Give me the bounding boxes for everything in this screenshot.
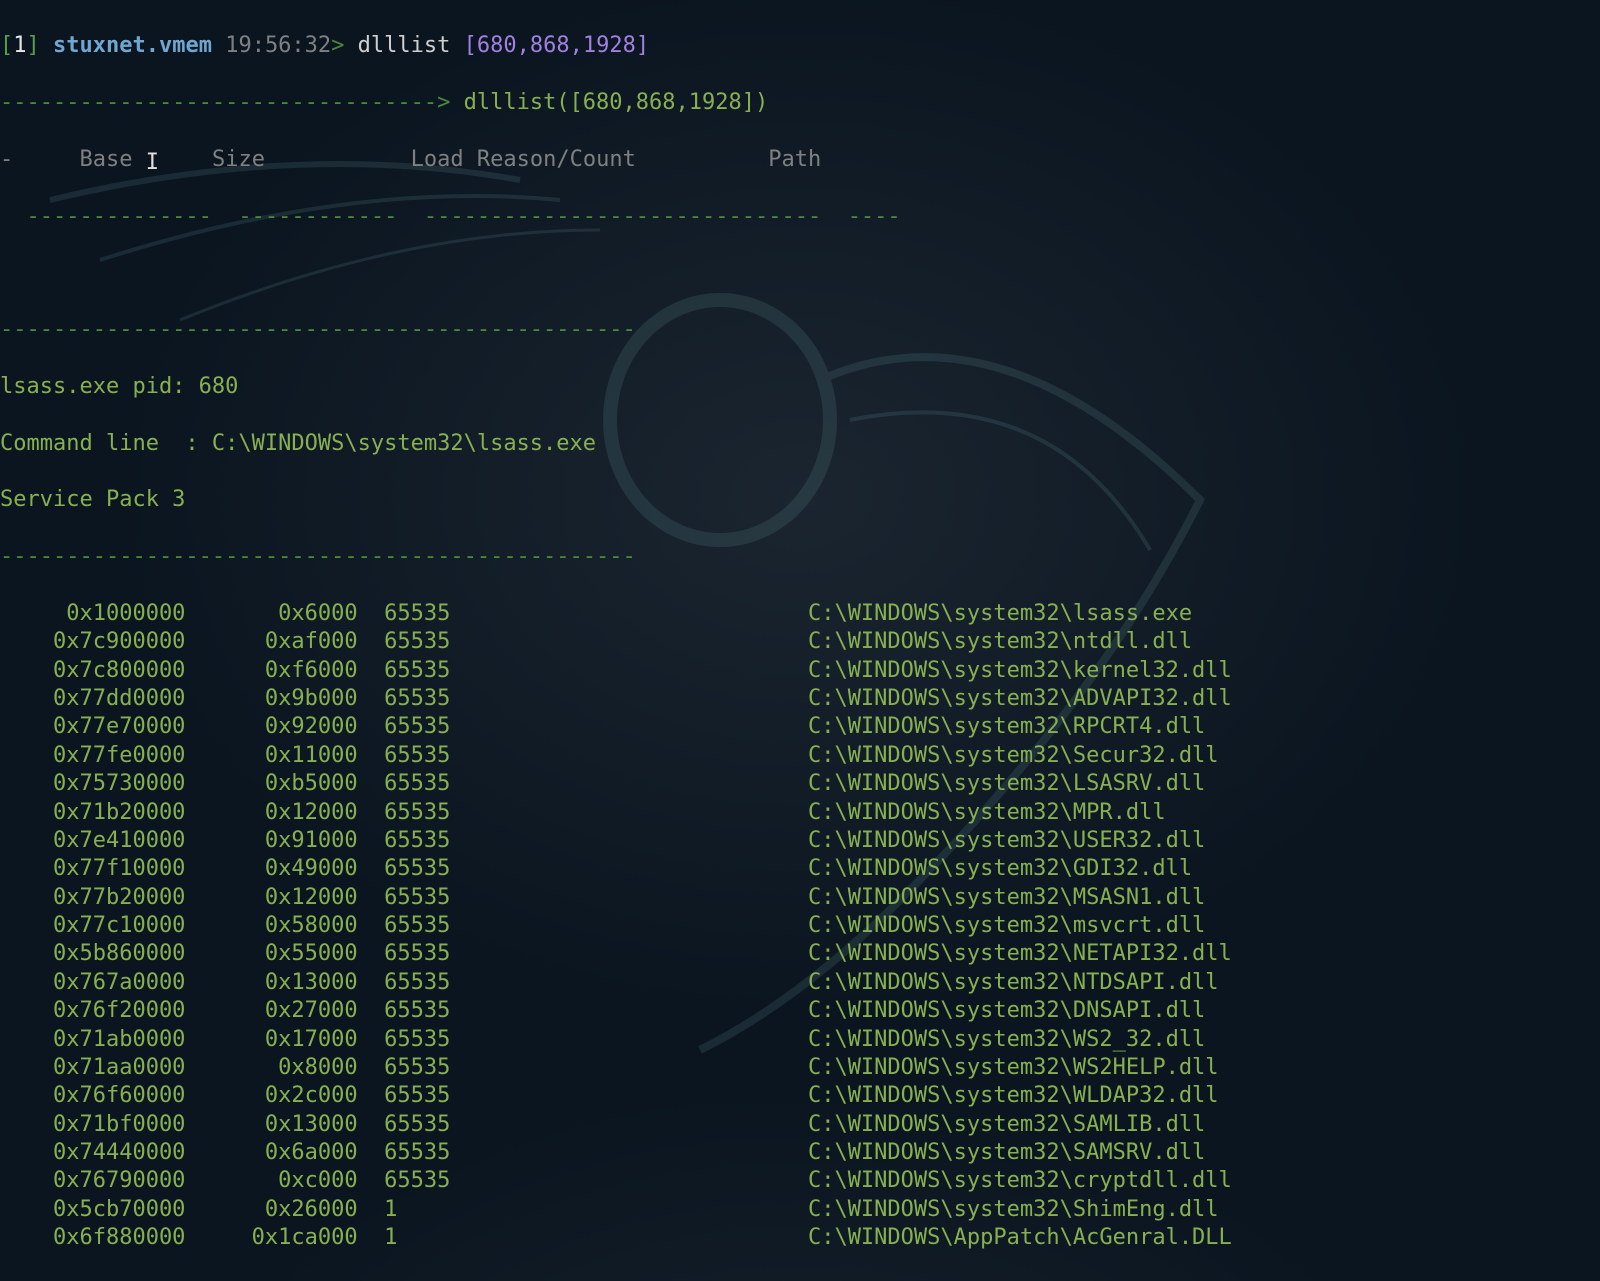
dll-row: 0x76790000 0xc000 65535 C:\WINDOWS\syste… <box>0 1167 1600 1195</box>
process-pid-line: lsass.exe pid: 680 <box>0 373 1600 401</box>
process-cmd-line: Command line : C:\WINDOWS\system32\lsass… <box>0 430 1600 458</box>
dll-row: 0x71b20000 0x12000 65535 C:\WINDOWS\syst… <box>0 799 1600 827</box>
separator-2: ----------------------------------------… <box>0 543 1600 571</box>
dll-row: 0x71ab0000 0x17000 65535 C:\WINDOWS\syst… <box>0 1026 1600 1054</box>
dll-row: 0x76f60000 0x2c000 65535 C:\WINDOWS\syst… <box>0 1082 1600 1110</box>
dll-row: 0x77b20000 0x12000 65535 C:\WINDOWS\syst… <box>0 884 1600 912</box>
dll-row: 0x77c10000 0x58000 65535 C:\WINDOWS\syst… <box>0 912 1600 940</box>
dll-row: 0x71bf0000 0x13000 65535 C:\WINDOWS\syst… <box>0 1111 1600 1139</box>
dll-rows-container: 0x1000000 0x6000 65535 C:\WINDOWS\system… <box>0 600 1600 1253</box>
dll-row: 0x7e410000 0x91000 65535 C:\WINDOWS\syst… <box>0 827 1600 855</box>
column-headers: - Base I Size Load Reason/Count Path <box>0 146 1600 174</box>
dll-row: 0x5b860000 0x55000 65535 C:\WINDOWS\syst… <box>0 940 1600 968</box>
prompt-line: [1] stuxnet.vmem 19:56:32> dlllist [680,… <box>0 32 1600 60</box>
dll-row: 0x7c900000 0xaf000 65535 C:\WINDOWS\syst… <box>0 628 1600 656</box>
dll-row: 0x77dd0000 0x9b000 65535 C:\WINDOWS\syst… <box>0 685 1600 713</box>
dll-row: 0x75730000 0xb5000 65535 C:\WINDOWS\syst… <box>0 770 1600 798</box>
dll-row: 0x77e70000 0x92000 65535 C:\WINDOWS\syst… <box>0 713 1600 741</box>
dll-row: 0x71aa0000 0x8000 65535 C:\WINDOWS\syste… <box>0 1054 1600 1082</box>
echo-line: ---------------------------------> dllli… <box>0 89 1600 117</box>
dll-row: 0x767a0000 0x13000 65535 C:\WINDOWS\syst… <box>0 969 1600 997</box>
dll-row: 0x7c800000 0xf6000 65535 C:\WINDOWS\syst… <box>0 657 1600 685</box>
dll-row: 0x76f20000 0x27000 65535 C:\WINDOWS\syst… <box>0 997 1600 1025</box>
process-sp-line: Service Pack 3 <box>0 486 1600 514</box>
header-underline: -------------- ------------ ------------… <box>0 203 1600 231</box>
dll-row: 0x77fe0000 0x11000 65535 C:\WINDOWS\syst… <box>0 742 1600 770</box>
dll-row: 0x77f10000 0x49000 65535 C:\WINDOWS\syst… <box>0 855 1600 883</box>
dll-row: 0x5cb70000 0x26000 1 C:\WINDOWS\system32… <box>0 1196 1600 1224</box>
dll-row: 0x74440000 0x6a000 65535 C:\WINDOWS\syst… <box>0 1139 1600 1167</box>
blank-line <box>0 259 1600 287</box>
dll-row: 0x6f880000 0x1ca000 1 C:\WINDOWS\AppPatc… <box>0 1224 1600 1252</box>
separator-1: ----------------------------------------… <box>0 316 1600 344</box>
terminal-output[interactable]: [1] stuxnet.vmem 19:56:32> dlllist [680,… <box>0 0 1600 1281</box>
dll-row: 0x1000000 0x6000 65535 C:\WINDOWS\system… <box>0 600 1600 628</box>
text-cursor-icon: I <box>146 149 159 177</box>
